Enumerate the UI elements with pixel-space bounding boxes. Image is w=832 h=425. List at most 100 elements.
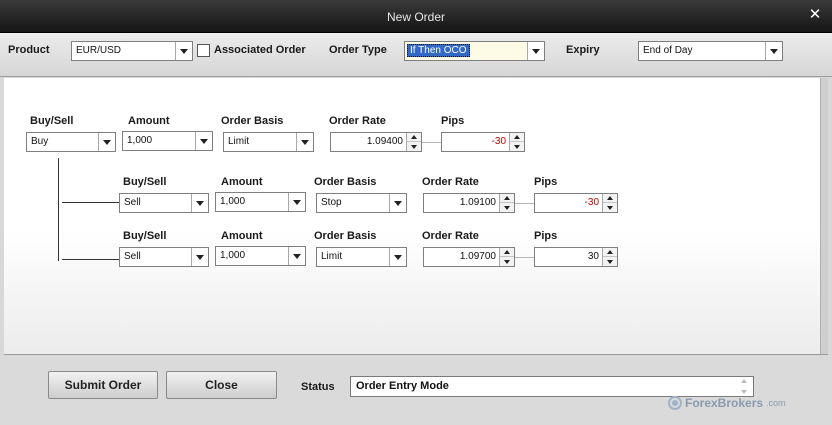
pips-stepper-leg-3[interactable]: 30 bbox=[534, 247, 618, 267]
rate-pips-link bbox=[515, 257, 534, 258]
pips-stepper-leg-2[interactable]: -30 bbox=[534, 193, 618, 213]
order-header-bar: Product EUR/USD Associated Order Order T… bbox=[0, 33, 832, 77]
expiry-select[interactable]: End of Day bbox=[638, 41, 783, 61]
order-type-select[interactable]: If Then OCO bbox=[404, 41, 545, 61]
buy-sell-select-leg-2[interactable]: Sell bbox=[119, 193, 209, 213]
order-rate-label: Order Rate bbox=[329, 115, 386, 127]
associated-order-label: Associated Order bbox=[214, 44, 306, 56]
order-legs-panel: Buy/Sell Amount Order Basis Order Rate P… bbox=[4, 78, 828, 355]
order-rate-stepper-leg-1[interactable]: 1.09400 bbox=[330, 132, 422, 152]
stepper-up-icon[interactable] bbox=[407, 133, 421, 142]
order-rate-value: 1.09700 bbox=[459, 251, 496, 262]
amount-value: 1,000 bbox=[220, 250, 246, 261]
order-basis-label: Order Basis bbox=[221, 115, 284, 127]
connector-line-leg-3 bbox=[62, 259, 120, 260]
stepper-down-icon[interactable] bbox=[407, 142, 421, 151]
order-rate-stepper-leg-2[interactable]: 1.09100 bbox=[423, 193, 515, 213]
product-label: Product bbox=[8, 44, 50, 56]
buy-sell-select-leg-1[interactable]: Buy bbox=[26, 132, 116, 152]
associated-order-checkbox[interactable] bbox=[197, 44, 210, 57]
order-basis-label: Order Basis bbox=[314, 176, 377, 188]
amount-label: Amount bbox=[221, 176, 263, 188]
chevron-down-icon[interactable] bbox=[389, 194, 406, 212]
watermark-domain: .com bbox=[766, 398, 786, 408]
order-rate-value: 1.09100 bbox=[459, 197, 496, 208]
amount-value: 1,000 bbox=[127, 135, 153, 146]
buy-sell-label: Buy/Sell bbox=[123, 230, 167, 242]
window-title: New Order bbox=[386, 10, 445, 24]
forexbrokers-logo-icon bbox=[668, 396, 682, 410]
status-label: Status bbox=[301, 381, 335, 393]
pips-value: 30 bbox=[587, 251, 599, 262]
pips-stepper-leg-1[interactable]: -30 bbox=[441, 132, 525, 152]
chevron-down-icon[interactable] bbox=[527, 42, 544, 60]
order-basis-select-leg-1[interactable]: Limit bbox=[223, 132, 314, 152]
chevron-down-icon[interactable] bbox=[288, 247, 305, 265]
watermark: ForexBrokers .com bbox=[668, 395, 786, 411]
stepper-up-icon[interactable] bbox=[500, 194, 514, 203]
amount-select-leg-3[interactable]: 1,000 bbox=[215, 246, 306, 266]
chevron-down-icon[interactable] bbox=[191, 248, 208, 266]
amount-value: 1,000 bbox=[220, 196, 246, 207]
chevron-down-icon[interactable] bbox=[175, 42, 192, 60]
order-basis-label: Order Basis bbox=[314, 230, 377, 242]
stepper-up-icon[interactable] bbox=[603, 194, 617, 203]
status-scroll-icon[interactable] bbox=[740, 379, 749, 394]
order-rate-label: Order Rate bbox=[422, 176, 479, 188]
chevron-down-icon[interactable] bbox=[98, 133, 115, 151]
buy-sell-label: Buy/Sell bbox=[123, 176, 167, 188]
stepper-up-icon[interactable] bbox=[603, 248, 617, 257]
order-rate-label: Order Rate bbox=[422, 230, 479, 242]
close-icon[interactable]: ✕ bbox=[807, 7, 823, 23]
order-rate-value: 1.09400 bbox=[366, 136, 403, 147]
expiry-label: Expiry bbox=[566, 44, 600, 56]
amount-select-leg-1[interactable]: 1,000 bbox=[122, 131, 213, 151]
close-button[interactable]: Close bbox=[166, 371, 277, 399]
pips-label: Pips bbox=[534, 230, 558, 242]
product-value: EUR/USD bbox=[76, 45, 122, 56]
status-value: Order Entry Mode bbox=[356, 380, 449, 392]
chevron-down-icon[interactable] bbox=[195, 132, 212, 150]
chevron-down-icon[interactable] bbox=[288, 193, 305, 211]
amount-select-leg-2[interactable]: 1,000 bbox=[215, 192, 306, 212]
buy-sell-value: Buy bbox=[31, 136, 49, 147]
submit-order-button[interactable]: Submit Order bbox=[48, 371, 158, 399]
chevron-down-icon[interactable] bbox=[191, 194, 208, 212]
stepper-down-icon[interactable] bbox=[603, 257, 617, 266]
stepper-down-icon[interactable] bbox=[500, 203, 514, 212]
order-basis-value: Stop bbox=[321, 197, 342, 208]
order-basis-select-leg-2[interactable]: Stop bbox=[316, 193, 407, 213]
buy-sell-select-leg-3[interactable]: Sell bbox=[119, 247, 209, 267]
buy-sell-value: Sell bbox=[124, 251, 141, 262]
order-type-value: If Then OCO bbox=[407, 44, 470, 57]
stepper-down-icon[interactable] bbox=[603, 203, 617, 212]
pips-value: -30 bbox=[491, 136, 506, 147]
status-field: Order Entry Mode bbox=[350, 376, 754, 397]
pips-label: Pips bbox=[441, 115, 465, 127]
order-rate-stepper-leg-3[interactable]: 1.09700 bbox=[423, 247, 515, 267]
buy-sell-value: Sell bbox=[124, 197, 141, 208]
vertical-scrollbar[interactable] bbox=[820, 78, 828, 354]
pips-label: Pips bbox=[534, 176, 558, 188]
chevron-down-icon[interactable] bbox=[765, 42, 782, 60]
rate-pips-link bbox=[515, 203, 534, 204]
stepper-up-icon[interactable] bbox=[510, 133, 524, 142]
chevron-down-icon[interactable] bbox=[296, 133, 313, 151]
rate-pips-link bbox=[422, 142, 441, 143]
amount-label: Amount bbox=[128, 115, 170, 127]
buy-sell-label: Buy/Sell bbox=[30, 115, 74, 127]
stepper-up-icon[interactable] bbox=[500, 248, 514, 257]
order-basis-value: Limit bbox=[321, 251, 343, 262]
title-bar: New Order ✕ bbox=[0, 0, 832, 33]
watermark-brand: ForexBrokers bbox=[685, 396, 764, 410]
stepper-down-icon[interactable] bbox=[500, 257, 514, 266]
product-select[interactable]: EUR/USD bbox=[71, 41, 193, 61]
amount-label: Amount bbox=[221, 230, 263, 242]
order-type-label: Order Type bbox=[329, 44, 387, 56]
stepper-down-icon[interactable] bbox=[510, 142, 524, 151]
pips-value: -30 bbox=[584, 197, 599, 208]
chevron-down-icon[interactable] bbox=[389, 248, 406, 266]
connector-vertical-line bbox=[58, 158, 59, 261]
order-basis-value: Limit bbox=[228, 136, 250, 147]
order-basis-select-leg-3[interactable]: Limit bbox=[316, 247, 407, 267]
